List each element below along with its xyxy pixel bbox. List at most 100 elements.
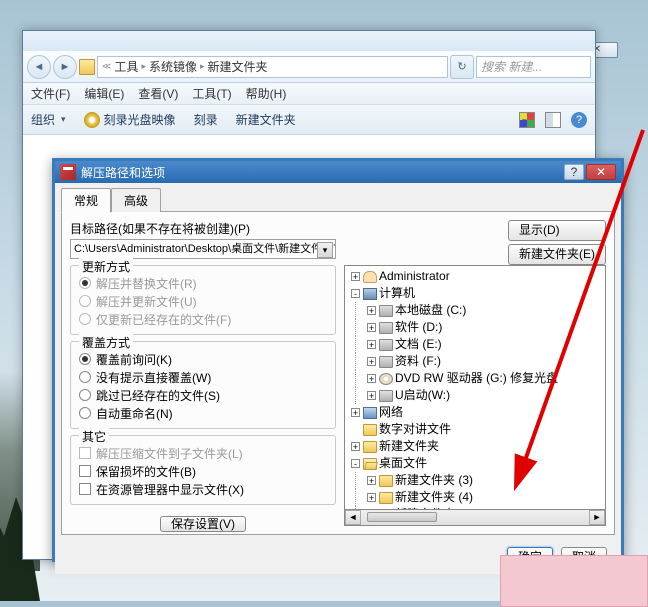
path-label: 目标路径(如果不存在将被创建)(P)	[70, 220, 336, 237]
folder-icon	[363, 424, 377, 436]
menu-tools[interactable]: 工具(T)	[192, 85, 231, 102]
tree-node[interactable]: 新建文件夹 (4)	[395, 490, 473, 504]
new-folder-button[interactable]: 新建文件夹(E)	[508, 244, 606, 265]
breadcrumb-part[interactable]: 新建文件夹	[208, 58, 268, 75]
overwrite-group: 覆盖方式 覆盖前询问(K) 没有提示直接覆盖(W) 跳过已经存在的文件(S) 自…	[70, 341, 336, 429]
preview-pane-button[interactable]	[545, 112, 561, 128]
dialog-help-button[interactable]: ?	[564, 164, 584, 180]
folder-icon	[379, 475, 393, 487]
menu-view[interactable]: 查看(V)	[138, 85, 178, 102]
dvd-icon	[379, 373, 393, 385]
folder-icon	[363, 441, 377, 453]
radio-extract-update[interactable]: 解压并更新文件(U)	[79, 292, 327, 310]
save-settings-button[interactable]: 保存设置(V)	[160, 516, 246, 532]
radio-ask[interactable]: 覆盖前询问(K)	[79, 350, 327, 368]
tree-node[interactable]: 网络	[379, 405, 403, 419]
user-icon	[363, 271, 377, 283]
group-title: 覆盖方式	[79, 334, 133, 351]
tab-advanced[interactable]: 高级	[111, 188, 161, 212]
expand-icon[interactable]: +	[367, 340, 376, 349]
tree-node[interactable]: 桌面文件	[379, 456, 427, 470]
expand-icon[interactable]: +	[367, 374, 376, 383]
drive-icon	[379, 356, 393, 368]
expand-icon[interactable]: +	[367, 306, 376, 315]
scroll-left-button[interactable]: ◄	[345, 510, 361, 525]
tool-new-folder[interactable]: 新建文件夹	[236, 111, 296, 128]
tool-burn[interactable]: 刻录	[194, 111, 218, 128]
tab-general[interactable]: 常规	[61, 188, 111, 213]
expand-icon[interactable]: +	[367, 323, 376, 332]
dialog-title: 解压路径和选项	[81, 164, 165, 181]
tabs: 常规 高级	[55, 188, 621, 212]
tree-node[interactable]: U启动(W:)	[395, 388, 450, 402]
expand-icon[interactable]: +	[351, 408, 360, 417]
tree-node[interactable]: DVD RW 驱动器 (G:) 修复光盘	[395, 371, 558, 385]
radio-extract-replace[interactable]: 解压并替换文件(R)	[79, 274, 327, 292]
tree-node[interactable]: 资料 (F:)	[395, 354, 441, 368]
tool-organize[interactable]: 组织	[31, 111, 66, 128]
drive-icon	[379, 305, 393, 317]
dialog-close-button[interactable]: ✕	[586, 164, 616, 180]
breadcrumb[interactable]: ≪ 工具 ▸ 系统镜像 ▸ 新建文件夹	[97, 56, 448, 78]
expand-icon[interactable]: +	[367, 476, 376, 485]
group-title: 其它	[79, 428, 109, 445]
radio-skip[interactable]: 跳过已经存在的文件(S)	[79, 386, 327, 404]
collapse-icon[interactable]: -	[351, 289, 360, 298]
tree-node[interactable]: 计算机	[379, 286, 415, 300]
chevron-right-icon: ▸	[200, 61, 205, 72]
help-icon[interactable]: ?	[571, 112, 587, 128]
search-input[interactable]: 搜索 新建...	[476, 56, 591, 78]
nav-bar: ◄ ► ≪ 工具 ▸ 系统镜像 ▸ 新建文件夹 ↻ 搜索 新建...	[23, 51, 595, 83]
chevron-right-icon: ▸	[141, 61, 146, 72]
network-icon	[363, 407, 377, 419]
expand-icon[interactable]: +	[351, 272, 360, 281]
tool-label: 刻录光盘映像	[104, 111, 176, 128]
folder-open-icon	[363, 458, 377, 470]
menu-bar: 文件(F) 编辑(E) 查看(V) 工具(T) 帮助(H)	[23, 83, 595, 105]
dialog-titlebar[interactable]: 解压路径和选项 ? ✕	[55, 161, 621, 183]
path-combobox[interactable]: C:\Users\Administrator\Desktop\桌面文件\新建文件…	[70, 239, 336, 259]
refresh-button[interactable]: ↻	[450, 55, 474, 79]
tree-node[interactable]: 本地磁盘 (C:)	[395, 303, 466, 317]
scroll-right-button[interactable]: ►	[589, 510, 605, 525]
view-mode-button[interactable]	[519, 112, 535, 128]
check-keep-broken[interactable]: 保留损坏的文件(B)	[79, 462, 327, 480]
tool-burn-image[interactable]: 刻录光盘映像	[84, 111, 176, 128]
radio-overwrite[interactable]: 没有提示直接覆盖(W)	[79, 368, 327, 386]
tree-node[interactable]: 文档 (E:)	[395, 337, 442, 351]
expand-icon[interactable]: +	[367, 391, 376, 400]
other-group: 其它 解压压缩文件到子文件夹(L) 保留损坏的文件(B) 在资源管理器中显示文件…	[70, 435, 336, 505]
nav-forward-button[interactable]: ►	[53, 55, 77, 79]
scroll-thumb[interactable]	[367, 512, 437, 522]
nav-back-button[interactable]: ◄	[27, 55, 51, 79]
tree-node[interactable]: Administrator	[379, 269, 450, 283]
tree-node[interactable]: 新建文件夹	[379, 439, 439, 453]
expand-icon[interactable]: +	[351, 442, 360, 451]
drive-icon	[379, 390, 393, 402]
breadcrumb-part[interactable]: 工具	[114, 58, 138, 75]
menu-help[interactable]: 帮助(H)	[246, 85, 287, 102]
update-mode-group: 更新方式 解压并替换文件(R) 解压并更新文件(U) 仅更新已经存在的文件(F)	[70, 265, 336, 335]
collapse-icon[interactable]: -	[351, 459, 360, 468]
check-subfolder[interactable]: 解压压缩文件到子文件夹(L)	[79, 444, 327, 462]
menu-file[interactable]: 文件(F)	[31, 85, 70, 102]
radio-freshen[interactable]: 仅更新已经存在的文件(F)	[79, 310, 327, 328]
annotation-box	[500, 555, 648, 607]
expand-icon[interactable]: +	[367, 357, 376, 366]
folder-tree[interactable]: +Administrator -计算机 +本地磁盘 (C:) +软件 (D:) …	[344, 265, 606, 510]
radio-rename[interactable]: 自动重命名(N)	[79, 404, 327, 422]
tree-node[interactable]: 数字对讲文件	[379, 422, 451, 436]
toolbar: 组织 刻录光盘映像 刻录 新建文件夹 ?	[23, 105, 595, 135]
disc-icon	[84, 112, 100, 128]
expand-icon[interactable]: +	[367, 493, 376, 502]
drive-icon	[379, 322, 393, 334]
winrar-icon	[60, 164, 76, 180]
check-show-in-explorer[interactable]: 在资源管理器中显示文件(X)	[79, 480, 327, 498]
computer-icon	[363, 288, 377, 300]
breadcrumb-part[interactable]: 系统镜像	[149, 58, 197, 75]
tree-node[interactable]: 软件 (D:)	[395, 320, 442, 334]
display-button[interactable]: 显示(D)	[508, 220, 606, 241]
horizontal-scrollbar[interactable]: ◄ ►	[344, 510, 606, 526]
tree-node[interactable]: 新建文件夹 (3)	[395, 473, 473, 487]
menu-edit[interactable]: 编辑(E)	[84, 85, 124, 102]
